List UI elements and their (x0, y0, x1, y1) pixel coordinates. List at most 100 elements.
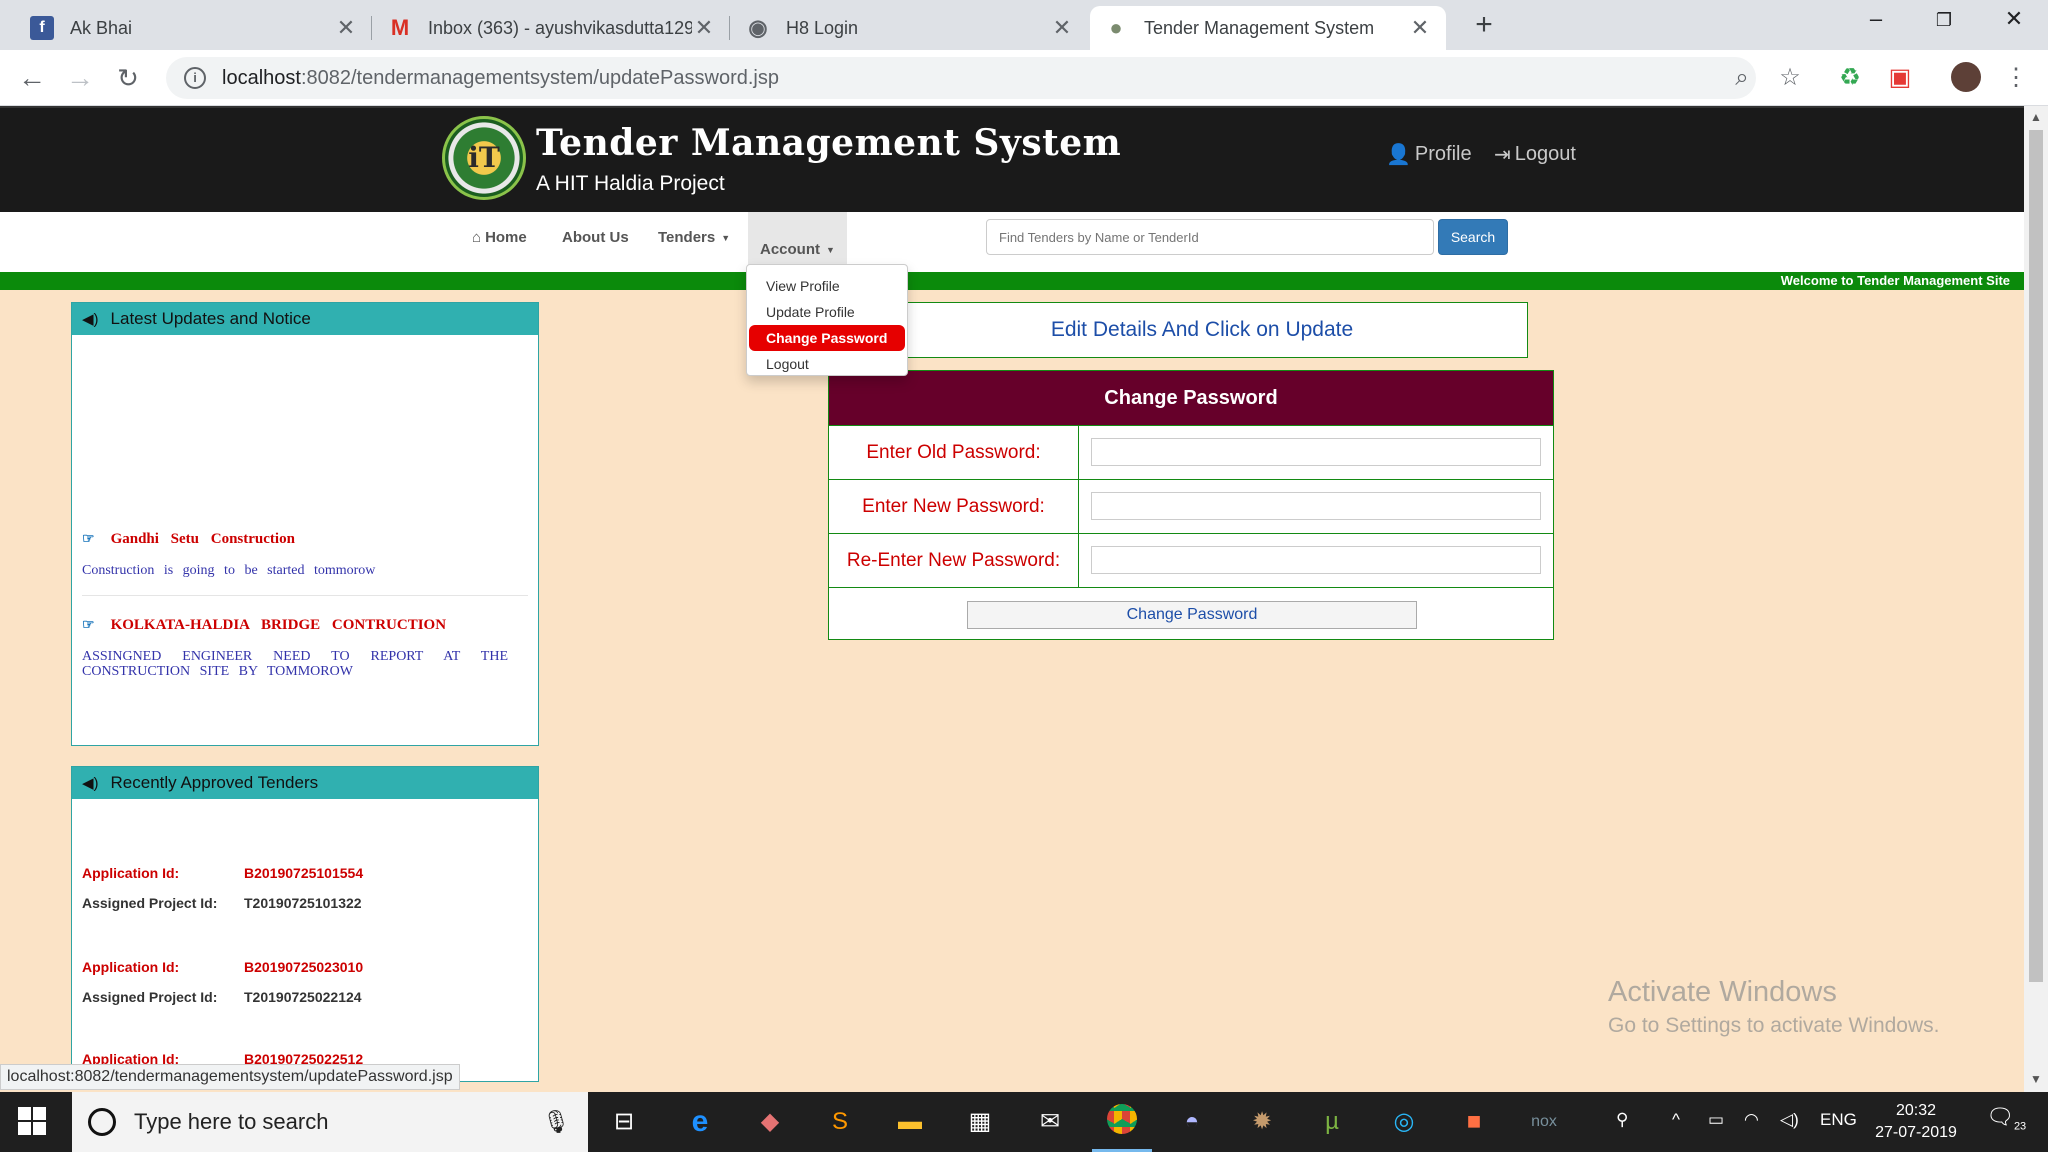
tray-expand-icon[interactable]: ^ (1672, 1110, 1680, 1130)
form-instruction: Edit Details And Click on Update (876, 302, 1528, 358)
recycle-extension-icon[interactable]: ♻ (1834, 62, 1866, 94)
menu-logout[interactable]: Logout (747, 351, 907, 377)
bullhorn-icon: ◀) (82, 775, 99, 792)
scroll-thumb[interactable] (2029, 130, 2043, 982)
notice-title[interactable]: ☞ KOLKATA-HALDIA BRIDGE CONTRUCTION (82, 617, 446, 634)
app-icon[interactable]: ✹ (1242, 1104, 1282, 1140)
taskbar-search[interactable]: Type here to search 🎙 (72, 1092, 588, 1152)
page-scrollbar[interactable]: ▲ ▼ (2024, 106, 2048, 1092)
reenter-password-input[interactable] (1091, 546, 1541, 574)
reenter-password-row: Re-Enter New Password: (829, 533, 1553, 587)
new-tab-icon[interactable]: + (1466, 8, 1502, 42)
file-explorer-icon[interactable]: ▬ (890, 1104, 930, 1140)
close-icon[interactable]: ✕ (334, 15, 358, 41)
menu-change-password[interactable]: Change Password (749, 325, 905, 351)
wifi-icon[interactable]: ◠ (1744, 1110, 1759, 1130)
scroll-down-icon[interactable]: ▼ (2024, 1072, 2048, 1086)
menu-update-profile[interactable]: Update Profile (747, 299, 907, 325)
gmail-icon: M (390, 15, 410, 40)
profile-link[interactable]: 👤 Profile (1386, 142, 1472, 167)
mail-icon[interactable]: ✉ (1030, 1104, 1070, 1140)
nox-icon[interactable]: nox (1524, 1104, 1564, 1140)
reload-icon[interactable]: ↻ (110, 60, 146, 96)
reenter-password-label: Re-Enter New Password: (829, 534, 1079, 587)
site-icon: ● (1109, 15, 1123, 40)
sublime-icon[interactable]: S (820, 1104, 860, 1140)
store-icon[interactable]: ▦ (960, 1104, 1000, 1140)
battery-icon[interactable]: ▭ (1708, 1110, 1724, 1130)
app-icon[interactable]: ◎ (1384, 1104, 1424, 1140)
people-icon[interactable]: ⚲ (1616, 1110, 1628, 1130)
tab-facebook[interactable]: f Ak Bhai ✕ (16, 6, 372, 50)
volume-icon[interactable]: ◁) (1780, 1110, 1799, 1130)
search-button[interactable]: Search (1438, 219, 1508, 255)
back-icon[interactable]: ← (14, 60, 50, 96)
change-password-button[interactable]: Change Password (967, 601, 1417, 629)
project-id-row: Assigned Project Id: T20190725022124 (82, 989, 362, 1005)
submit-row: Change Password (829, 587, 1553, 643)
bookmark-star-icon[interactable]: ☆ (1774, 62, 1806, 94)
tab-tender-management[interactable]: ● Tender Management System ✕ (1090, 6, 1446, 50)
tab-h8-login[interactable]: ◉ H8 Login ✕ (732, 6, 1088, 50)
divider (82, 595, 528, 596)
site-info-icon[interactable]: i (184, 67, 206, 89)
facebook-icon: f (30, 16, 54, 40)
application-id-row: Application Id: B20190725101554 (82, 865, 364, 881)
chrome-icon[interactable] (1092, 1104, 1152, 1152)
site-subtitle: A HIT Haldia Project (536, 172, 725, 195)
tender-search-input[interactable] (986, 219, 1434, 255)
globe-icon: ◉ (748, 15, 768, 40)
new-password-label: Enter New Password: (829, 480, 1079, 533)
notice-title[interactable]: ☞ Gandhi Setu Construction (82, 531, 295, 548)
eclipse-icon[interactable]: ◓ (1172, 1104, 1212, 1140)
nav-home[interactable]: ⌂ Home (472, 229, 527, 246)
tab-gmail[interactable]: M Inbox (363) - ayushvikasdutta129 ✕ (374, 6, 730, 50)
change-password-form: Change Password Enter Old Password: Ente… (828, 370, 1554, 640)
cortana-icon (88, 1108, 116, 1136)
approved-header: ◀) Recently Approved Tenders (72, 767, 538, 799)
forward-icon[interactable]: → (62, 60, 98, 96)
nav-account[interactable]: Account ▼ (748, 212, 847, 270)
windows-start-icon[interactable] (18, 1107, 48, 1137)
notices-header: ◀) Latest Updates and Notice (72, 303, 538, 335)
video-extension-icon[interactable]: ▣ (1884, 62, 1916, 94)
zoom-icon[interactable]: ⌕ (1726, 62, 1758, 94)
bullhorn-icon: ◀) (82, 311, 99, 328)
old-password-label: Enter Old Password: (829, 426, 1079, 479)
logout-link[interactable]: ⇥ Logout (1494, 142, 1576, 167)
close-icon[interactable]: ✕ (1408, 15, 1432, 41)
approved-tenders-panel: ◀) Recently Approved Tenders Application … (71, 766, 539, 1082)
edge-icon[interactable]: e (680, 1104, 720, 1140)
minimize-icon[interactable]: – (1856, 6, 1896, 32)
paint-icon[interactable]: ◆ (750, 1104, 790, 1140)
new-password-input[interactable] (1091, 492, 1541, 520)
caret-down-icon: ▼ (826, 244, 835, 255)
browser-menu-icon[interactable]: ⋮ (2000, 62, 2032, 94)
restore-icon[interactable]: ❐ (1924, 10, 1964, 31)
language-indicator[interactable]: ENG (1820, 1110, 1857, 1130)
url-input[interactable]: i localhost:8082/tendermanagementsystem/… (166, 57, 1756, 99)
utorrent-icon[interactable]: µ (1312, 1104, 1352, 1140)
hand-pointer-icon: ☞ (82, 618, 95, 633)
window-close-icon[interactable]: ✕ (1994, 6, 2034, 32)
main-navbar: ⌂Home About Us Tenders▼ Account▼ Search (0, 212, 2024, 272)
old-password-row: Enter Old Password: (829, 425, 1553, 479)
menu-view-profile[interactable]: View Profile (747, 273, 907, 299)
system-clock[interactable]: 20:32 27-07-2019 (1862, 1100, 1970, 1144)
notice-body: Construction is going to be started tomm… (82, 563, 376, 578)
site-header: Tender Management System A HIT Haldia Pr… (0, 106, 2024, 212)
microphone-icon[interactable]: 🎙 (542, 1109, 570, 1135)
nav-about[interactable]: About Us (562, 229, 629, 246)
task-view-icon[interactable]: ⊟ (604, 1104, 644, 1140)
notice-body: ASSINGNED ENGINEER NEED TO REPORT AT THE… (82, 649, 508, 679)
scroll-up-icon[interactable]: ▲ (2024, 110, 2048, 124)
notification-icon[interactable]: 🗨23 (1986, 1104, 2026, 1132)
close-icon[interactable]: ✕ (692, 15, 716, 41)
avatar[interactable] (1950, 62, 1982, 94)
sign-in-icon: ⇥ (1494, 144, 1511, 166)
nav-tenders[interactable]: Tenders ▼ (658, 229, 730, 246)
old-password-input[interactable] (1091, 438, 1541, 466)
close-icon[interactable]: ✕ (1050, 15, 1074, 41)
app-icon[interactable]: ■ (1454, 1104, 1494, 1140)
account-dropdown: View Profile Update Profile Change Passw… (746, 264, 908, 376)
